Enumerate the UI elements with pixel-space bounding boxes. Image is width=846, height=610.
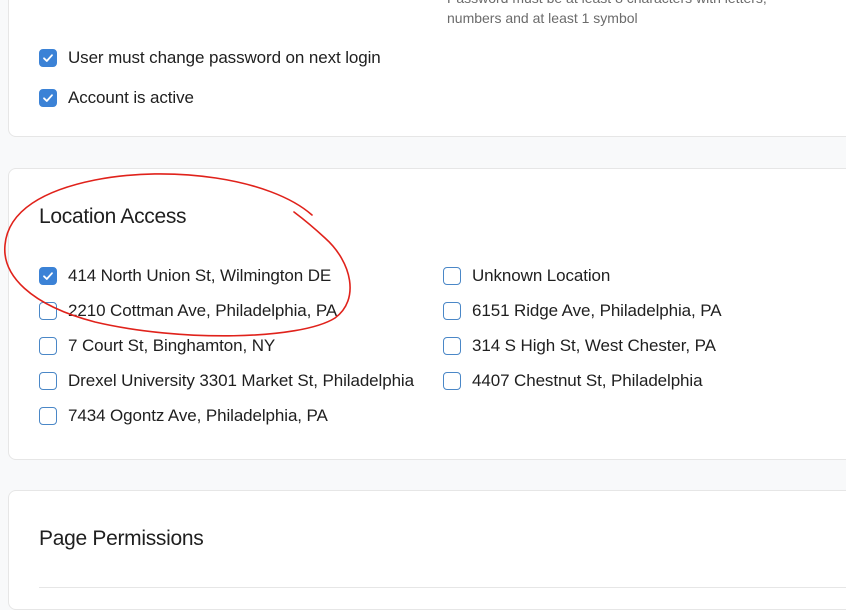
location-checkbox[interactable] [39, 372, 57, 390]
page-permissions-title: Page Permissions [39, 527, 204, 550]
password-settings-card: Password must be at least 8 characters w… [8, 0, 846, 137]
location-checkbox[interactable] [443, 302, 461, 320]
password-hint-line2: numbers and at least 1 symbol [447, 10, 638, 26]
account-active-checkbox[interactable] [39, 89, 57, 107]
location-label: 2210 Cottman Ave, Philadelphia, PA [68, 301, 338, 320]
page-permissions-card: Page Permissions [8, 490, 846, 610]
location-checkbox[interactable] [39, 302, 57, 320]
location-option[interactable]: 7 Court St, Binghamton, NY [39, 336, 275, 356]
location-label: 414 North Union St, Wilmington DE [68, 266, 332, 285]
location-label: Drexel University 3301 Market St, Philad… [68, 371, 414, 390]
change-password-label: User must change password on next login [68, 48, 381, 67]
location-option[interactable]: Drexel University 3301 Market St, Philad… [39, 371, 414, 391]
location-option[interactable]: 414 North Union St, Wilmington DE [39, 266, 331, 286]
change-password-checkbox[interactable] [39, 49, 57, 67]
location-access-card: Location Access 414 North Union St, Wilm… [8, 168, 846, 460]
location-option[interactable]: 6151 Ridge Ave, Philadelphia, PA [443, 301, 722, 321]
password-hint-line1: Password must be at least 8 characters w… [447, 0, 767, 8]
location-checkbox[interactable] [443, 267, 461, 285]
location-label: 7 Court St, Binghamton, NY [68, 336, 276, 355]
location-access-title: Location Access [39, 205, 187, 228]
location-label: 4407 Chestnut St, Philadelphia [472, 371, 703, 390]
location-option[interactable]: 7434 Ogontz Ave, Philadelphia, PA [39, 406, 328, 426]
location-checkbox[interactable] [39, 407, 57, 425]
location-option[interactable]: 314 S High St, West Chester, PA [443, 336, 716, 356]
account-active-label: Account is active [68, 88, 194, 107]
location-label: Unknown Location [472, 266, 611, 285]
location-option[interactable]: 4407 Chestnut St, Philadelphia [443, 371, 703, 391]
location-label: 314 S High St, West Chester, PA [472, 336, 716, 355]
section-divider [39, 587, 846, 588]
location-label: 6151 Ridge Ave, Philadelphia, PA [472, 301, 722, 320]
change-password-option[interactable]: User must change password on next login [39, 48, 381, 68]
checkmark-icon [43, 94, 53, 102]
location-checkbox[interactable] [39, 267, 57, 285]
location-label: 7434 Ogontz Ave, Philadelphia, PA [68, 406, 328, 425]
location-option[interactable]: 2210 Cottman Ave, Philadelphia, PA [39, 301, 337, 321]
location-checkbox[interactable] [443, 337, 461, 355]
checkmark-icon [43, 272, 53, 280]
location-checkbox[interactable] [39, 337, 57, 355]
checkmark-icon [43, 54, 53, 62]
account-active-option[interactable]: Account is active [39, 88, 194, 108]
location-checkbox[interactable] [443, 372, 461, 390]
location-option[interactable]: Unknown Location [443, 266, 610, 286]
